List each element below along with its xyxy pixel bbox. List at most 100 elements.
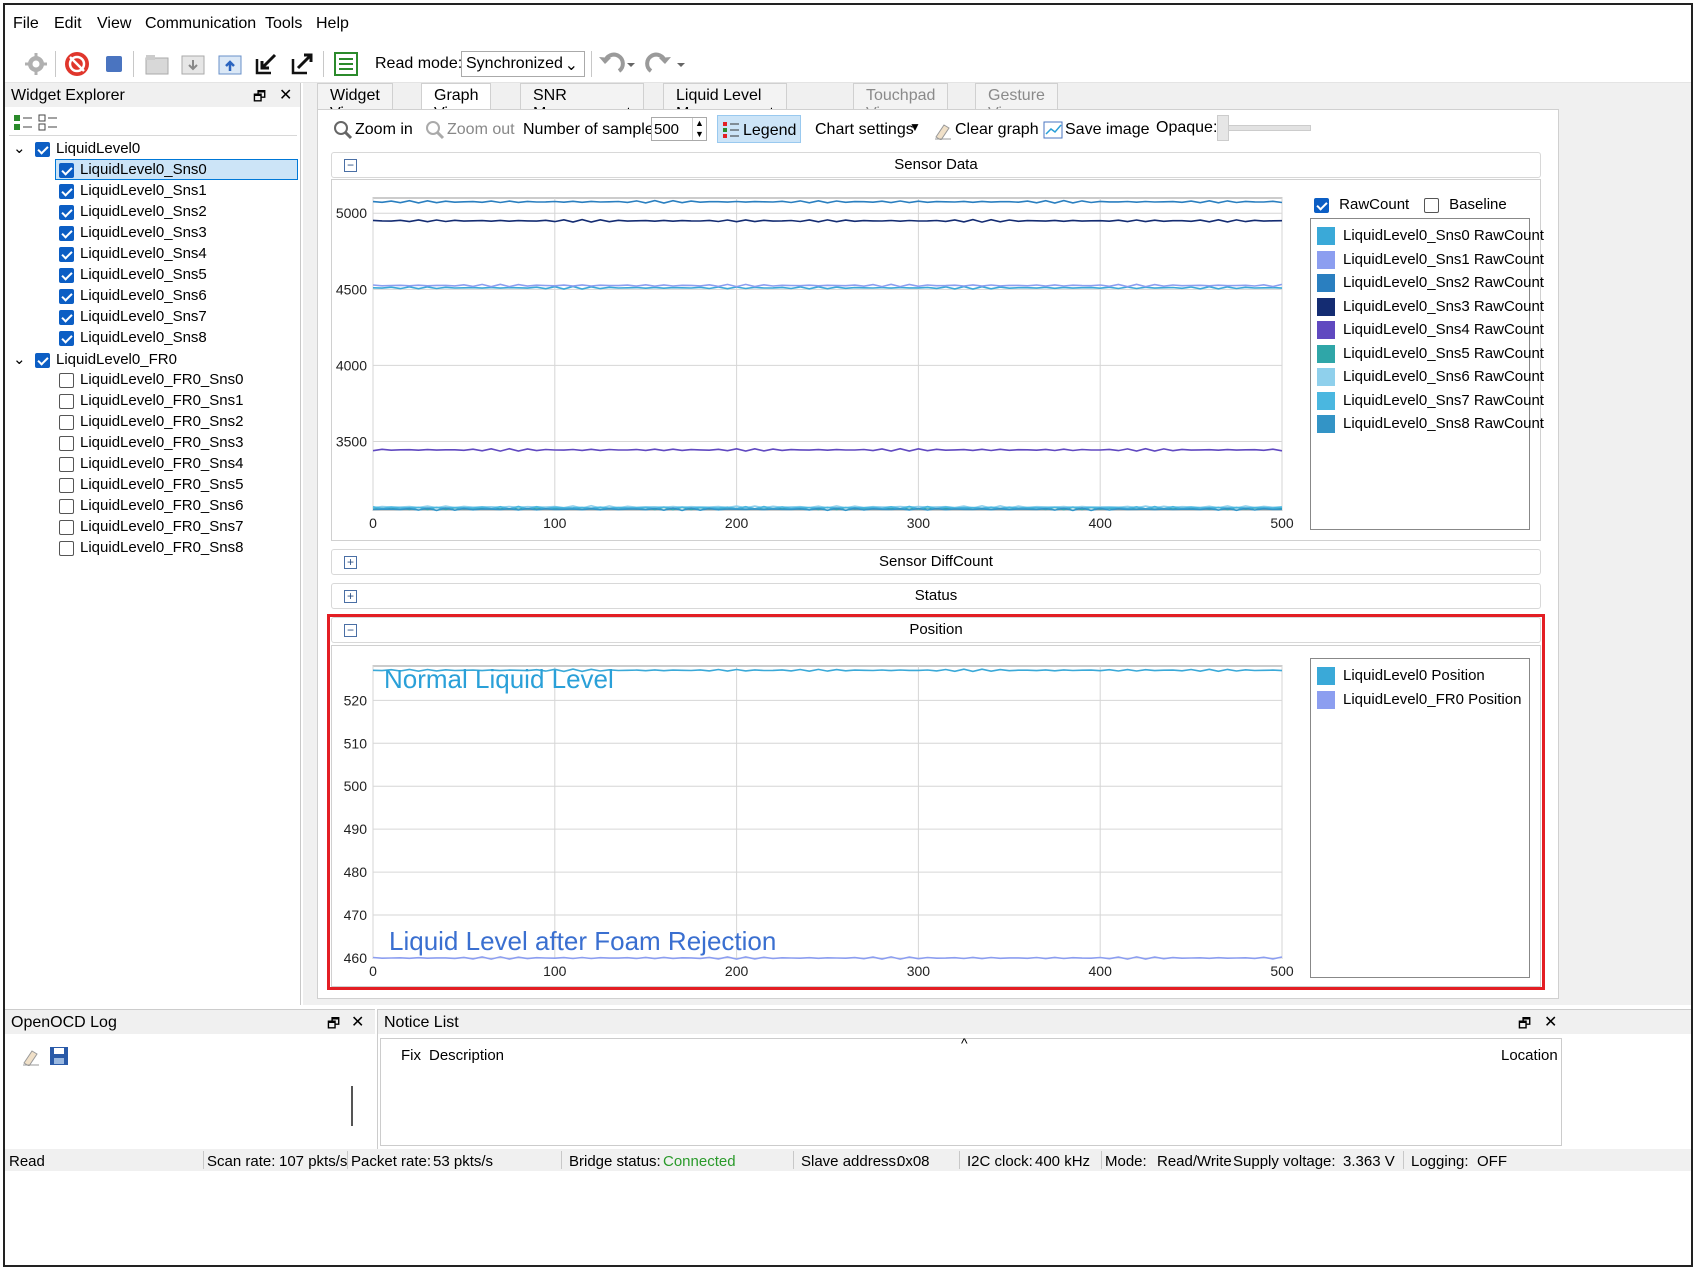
open-folder-icon[interactable] bbox=[142, 49, 172, 79]
chevron-down-icon[interactable]: ⌄ bbox=[13, 139, 35, 157]
chart-settings-button[interactable]: Chart settings bbox=[815, 121, 914, 139]
tree-item-sns0[interactable]: LiquidLevel0_Sns0 bbox=[59, 161, 207, 182]
clear-graph-button[interactable]: Clear graph bbox=[955, 121, 1039, 139]
legend-item[interactable]: LiquidLevel0_Sns4 RawCount bbox=[1317, 321, 1544, 341]
tree-item-fr0-sns2[interactable]: LiquidLevel0_FR0_Sns2 bbox=[59, 413, 243, 434]
read-mode-select[interactable]: Synchronized ⌄ bbox=[461, 51, 585, 77]
tree-item-sns2[interactable]: LiquidLevel0_Sns2 bbox=[59, 203, 207, 224]
opaque-slider[interactable] bbox=[1219, 125, 1311, 131]
opaque-slider-handle[interactable] bbox=[1217, 115, 1229, 141]
close-icon[interactable]: ✕ bbox=[351, 1012, 364, 1032]
tab-widget-view[interactable]: Widget View bbox=[317, 83, 393, 122]
checkbox[interactable] bbox=[59, 309, 74, 325]
checkbox[interactable] bbox=[59, 414, 74, 430]
checkbox[interactable] bbox=[59, 330, 74, 346]
col-fix-header[interactable]: Fix bbox=[401, 1047, 421, 1064]
checkbox[interactable] bbox=[59, 204, 74, 220]
checkbox[interactable] bbox=[1314, 197, 1329, 213]
tree-item-fr0-sns1[interactable]: LiquidLevel0_FR0_Sns1 bbox=[59, 392, 243, 413]
uncheck-all-icon[interactable] bbox=[38, 113, 58, 137]
float-icon[interactable]: 🗗 bbox=[1518, 1013, 1531, 1037]
legend-item[interactable]: LiquidLevel0_Sns2 RawCount bbox=[1317, 274, 1544, 294]
tree-item-fr0-sns5[interactable]: LiquidLevel0_FR0_Sns5 bbox=[59, 476, 243, 497]
tree-item-fr0-sns0[interactable]: LiquidLevel0_FR0_Sns0 bbox=[59, 371, 243, 392]
save-icon[interactable] bbox=[49, 1046, 69, 1070]
legend-item[interactable]: LiquidLevel0_Sns7 RawCount bbox=[1317, 392, 1544, 412]
checkbox[interactable] bbox=[59, 267, 74, 283]
baseline-toggle[interactable]: Baseline bbox=[1424, 196, 1507, 213]
export-icon[interactable] bbox=[287, 49, 317, 79]
tree-group-liquidlevel0[interactable]: ⌄ LiquidLevel0 bbox=[13, 139, 140, 160]
sensor-data-section-header[interactable]: − Sensor Data bbox=[331, 152, 1541, 178]
zoom-out-icon[interactable] bbox=[425, 120, 445, 144]
collapse-icon[interactable]: − bbox=[344, 159, 357, 172]
tab-gesture-view[interactable]: Gesture View bbox=[975, 83, 1058, 122]
tree-item-sns6[interactable]: LiquidLevel0_Sns6 bbox=[59, 287, 207, 308]
disconnect-icon[interactable] bbox=[62, 49, 92, 79]
save-image-button[interactable]: Save image bbox=[1065, 121, 1150, 139]
dropdown-arrow-icon[interactable]: ▼ bbox=[909, 120, 921, 134]
close-icon[interactable]: ✕ bbox=[1544, 1012, 1557, 1032]
tree-item-sns7[interactable]: LiquidLevel0_Sns7 bbox=[59, 308, 207, 329]
gear-icon[interactable] bbox=[21, 49, 51, 79]
tab-touchpad-view[interactable]: Touchpad View bbox=[853, 83, 949, 122]
expand-icon[interactable]: + bbox=[344, 556, 357, 569]
checkbox[interactable] bbox=[59, 225, 74, 241]
tree-item-fr0-sns3[interactable]: LiquidLevel0_FR0_Sns3 bbox=[59, 434, 243, 455]
legend-item[interactable]: LiquidLevel0_FR0 Position bbox=[1317, 691, 1521, 711]
menu-edit[interactable]: Edit bbox=[54, 15, 82, 33]
tree-item-sns3[interactable]: LiquidLevel0_Sns3 bbox=[59, 224, 207, 245]
checkbox[interactable] bbox=[59, 372, 74, 388]
status-section-header[interactable]: + Status bbox=[331, 583, 1541, 609]
float-icon[interactable]: 🗗 bbox=[327, 1013, 340, 1037]
checkbox[interactable] bbox=[59, 288, 74, 304]
menu-file[interactable]: File bbox=[13, 15, 39, 33]
expand-icon[interactable]: + bbox=[344, 590, 357, 603]
redo-icon[interactable] bbox=[643, 49, 687, 79]
tree-group-liquidlevel0-fr0[interactable]: ⌄ LiquidLevel0_FR0 bbox=[13, 350, 177, 371]
download-icon[interactable] bbox=[178, 49, 208, 79]
chart-image-icon[interactable] bbox=[1043, 120, 1063, 144]
checkbox[interactable] bbox=[59, 246, 74, 262]
checkbox[interactable] bbox=[59, 393, 74, 409]
tree-item-fr0-sns7[interactable]: LiquidLevel0_FR0_Sns7 bbox=[59, 518, 243, 539]
legend-item[interactable]: LiquidLevel0_Sns1 RawCount bbox=[1317, 251, 1544, 271]
undo-icon[interactable] bbox=[593, 49, 637, 79]
upload-icon[interactable] bbox=[215, 49, 245, 79]
menu-communication[interactable]: Communication bbox=[145, 15, 256, 33]
tree-item-sns8[interactable]: LiquidLevel0_Sns8 bbox=[59, 329, 207, 350]
legend-item[interactable]: LiquidLevel0_Sns0 RawCount bbox=[1317, 227, 1544, 247]
log-icon[interactable] bbox=[331, 49, 361, 79]
import-icon[interactable] bbox=[251, 49, 281, 79]
collapse-icon[interactable]: − bbox=[344, 624, 357, 637]
checkbox[interactable] bbox=[59, 519, 74, 535]
checkbox[interactable] bbox=[59, 162, 74, 178]
float-icon[interactable]: 🗗 bbox=[253, 86, 266, 110]
checkbox[interactable] bbox=[35, 141, 50, 157]
tab-liquid-level-measurement[interactable]: Liquid Level Measurement bbox=[663, 83, 787, 122]
legend-item[interactable]: LiquidLevel0_Sns8 RawCount bbox=[1317, 415, 1544, 435]
col-description-header[interactable]: Description bbox=[429, 1047, 504, 1064]
tree-item-fr0-sns6[interactable]: LiquidLevel0_FR0_Sns6 bbox=[59, 497, 243, 518]
zoom-in-icon[interactable] bbox=[333, 120, 353, 144]
checkbox[interactable] bbox=[1424, 197, 1439, 213]
tree-item-sns5[interactable]: LiquidLevel0_Sns5 bbox=[59, 266, 207, 287]
close-icon[interactable]: ✕ bbox=[279, 85, 292, 105]
tree-item-sns1[interactable]: LiquidLevel0_Sns1 bbox=[59, 182, 207, 203]
col-location-header[interactable]: Location bbox=[1501, 1047, 1558, 1064]
check-all-icon[interactable] bbox=[13, 113, 33, 137]
log-scroll-indicator[interactable] bbox=[351, 1086, 353, 1126]
chevron-down-icon[interactable]: ⌄ bbox=[13, 350, 35, 368]
zoom-out-button[interactable]: Zoom out bbox=[447, 121, 515, 139]
eraser-icon[interactable] bbox=[933, 120, 953, 144]
checkbox[interactable] bbox=[59, 477, 74, 493]
checkbox[interactable] bbox=[35, 352, 50, 368]
tree-item-fr0-sns4[interactable]: LiquidLevel0_FR0_Sns4 bbox=[59, 455, 243, 476]
legend-item[interactable]: LiquidLevel0_Sns6 RawCount bbox=[1317, 368, 1544, 388]
sensor-diffcount-section-header[interactable]: + Sensor DiffCount bbox=[331, 549, 1541, 575]
checkbox[interactable] bbox=[59, 183, 74, 199]
legend-button[interactable]: Legend bbox=[717, 115, 801, 143]
legend-item[interactable]: LiquidLevel0 Position bbox=[1317, 667, 1485, 687]
position-section-header[interactable]: − Position bbox=[331, 617, 1541, 643]
legend-item[interactable]: LiquidLevel0_Sns3 RawCount bbox=[1317, 298, 1544, 318]
